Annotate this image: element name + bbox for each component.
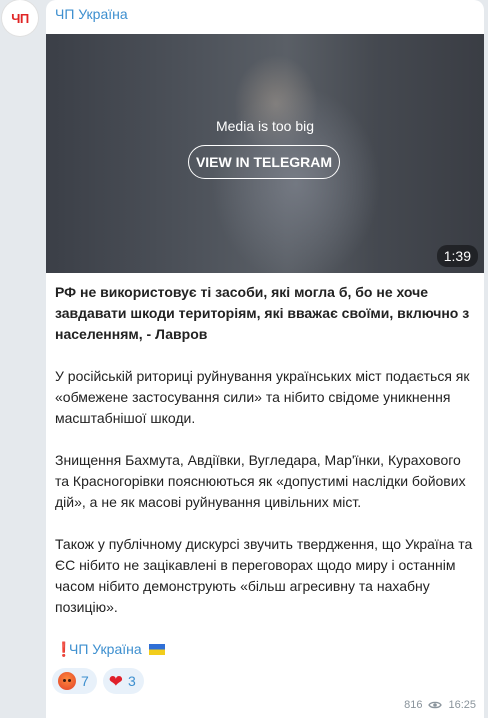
video-duration: 1:39 — [436, 245, 478, 267]
message-text: РФ не використовує ті засоби, які могла … — [55, 282, 477, 660]
reaction-heart[interactable]: ❤ 3 — [102, 668, 144, 694]
exclamation-icon: ❗ — [55, 641, 73, 657]
post-paragraph: У російській риториці руйнування українс… — [55, 368, 470, 426]
view-count: 816 — [404, 699, 423, 711]
post-signature: ❗ ЧП Україна — [55, 639, 477, 660]
reactions-bar: 7 ❤ 3 — [52, 668, 144, 694]
video-preview[interactable]: Media is too big VIEW IN TELEGRAM 1:39 — [46, 34, 484, 273]
reaction-angry[interactable]: 7 — [52, 668, 97, 694]
post-paragraph: Також у публічному дискурсі звучить твер… — [55, 536, 473, 615]
channel-avatar[interactable]: ЧП — [2, 0, 38, 36]
post-headline: РФ не використовує ті засоби, які могла … — [55, 284, 470, 342]
reaction-count: 7 — [81, 673, 89, 689]
heart-icon: ❤ — [108, 671, 124, 691]
reaction-count: 3 — [128, 673, 136, 689]
eye-icon — [428, 701, 443, 709]
message-bubble: ЧП Україна Media is too big VIEW IN TELE… — [46, 0, 484, 718]
view-in-telegram-button[interactable]: VIEW IN TELEGRAM — [188, 145, 340, 179]
ukraine-flag-icon — [148, 644, 165, 655]
angry-face-icon — [58, 672, 76, 690]
message-time: 16:25 — [448, 699, 476, 711]
message-meta: 816 16:25 — [404, 699, 476, 711]
signature-channel-link[interactable]: ЧП Україна — [69, 639, 142, 660]
channel-name[interactable]: ЧП Україна — [55, 6, 128, 22]
post-paragraph: Знищення Бахмута, Авдіївки, Вугледара, М… — [55, 452, 466, 510]
media-too-big-notice: Media is too big — [215, 118, 315, 134]
avatar-text: ЧП — [11, 10, 29, 26]
